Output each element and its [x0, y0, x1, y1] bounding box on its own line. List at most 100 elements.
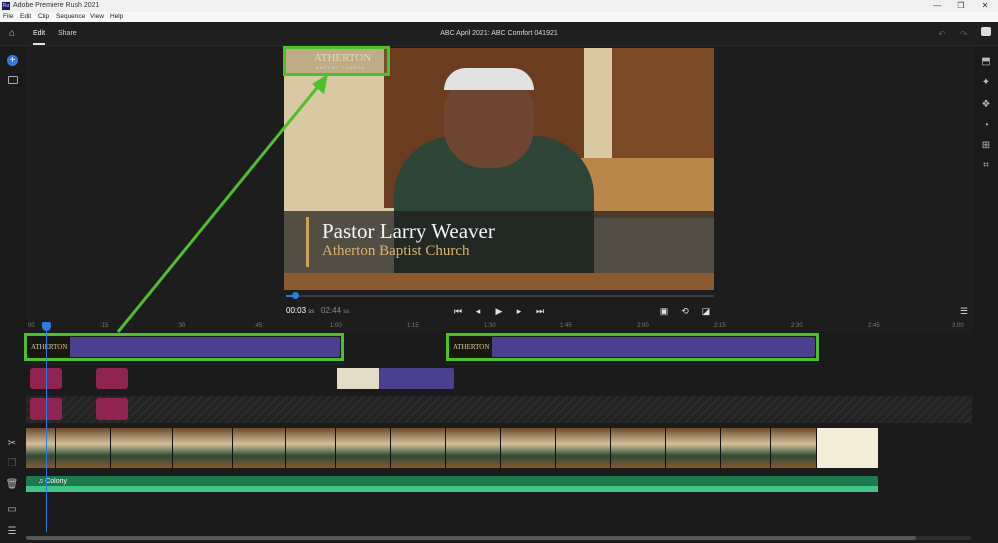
window-titlebar: Ru Adobe Premiere Rush 2021 — ❐ ✕ [0, 0, 998, 12]
ruler-tick-label: 1:00 [330, 323, 342, 329]
app-icon: Ru [2, 2, 10, 10]
menu-bar: File Edit Clip Sequence View Help [0, 12, 998, 22]
video-clip[interactable] [391, 428, 446, 468]
current-time-unit: ss [308, 309, 315, 315]
graphic-clip[interactable] [96, 368, 128, 389]
right-toolbar: ⬒ ✦ ❖ ◔ ⊞ ⌗ [974, 46, 998, 543]
menu-file[interactable]: File [3, 12, 13, 22]
image-clip-thumb[interactable] [337, 368, 379, 389]
project-panel-icon[interactable] [8, 76, 18, 84]
maximize-button[interactable]: ❐ [952, 0, 970, 12]
video-clip[interactable] [233, 428, 286, 468]
playhead-line[interactable] [46, 322, 47, 532]
speed-icon[interactable]: ◔ [979, 120, 993, 132]
graphic-clip[interactable] [96, 398, 128, 420]
video-clip[interactable] [336, 428, 391, 468]
scrub-bar[interactable] [286, 295, 714, 297]
menu-sequence[interactable]: Sequence [56, 12, 85, 22]
duration-unit: ss [343, 309, 350, 315]
menu-help[interactable]: Help [110, 12, 123, 22]
app-header: ABC April 2021: ABC Comfort 041921 ⌂ Edi… [0, 22, 998, 46]
video-clip[interactable] [666, 428, 721, 468]
video-clip[interactable] [771, 428, 817, 468]
ruler-tick-label: 1:15 [407, 323, 419, 329]
effects-icon[interactable]: ❖ [979, 99, 993, 111]
tab-share[interactable]: Share [58, 22, 77, 46]
audio-waveform [26, 486, 878, 492]
step-back-icon[interactable]: ◂ [472, 305, 484, 317]
logo-subtext: BAPTIST CHURCH [316, 65, 366, 70]
minimize-button[interactable]: — [928, 0, 946, 12]
video-clip[interactable] [173, 428, 233, 468]
transitions-icon[interactable]: ⬒ [979, 56, 993, 68]
ruler-tick-label: 2:45 [868, 323, 880, 329]
color-icon[interactable]: ✦ [979, 77, 993, 89]
video-clip[interactable] [501, 428, 556, 468]
desk [284, 273, 714, 290]
video-clip[interactable] [286, 428, 336, 468]
video-clip[interactable] [556, 428, 611, 468]
fullscreen-icon[interactable]: ◪ [700, 305, 712, 317]
end-card-clip[interactable] [817, 428, 878, 468]
audio-track-name: Colony [45, 478, 67, 485]
ruler-tick-label: :30 [177, 323, 186, 329]
timeline-menu-icon[interactable]: ☰ [958, 305, 970, 317]
menu-edit[interactable]: Edit [20, 12, 31, 22]
ruler-tick-label: 00 [28, 323, 35, 329]
lower-third-graphic[interactable]: Pastor Larry Weaver Atherton Baptist Chu… [284, 211, 714, 273]
track-toggle-icon[interactable]: ▭ [5, 504, 19, 516]
close-button[interactable]: ✕ [976, 0, 994, 12]
tab-edit[interactable]: Edit [33, 22, 46, 46]
fit-frame-icon[interactable]: ▣ [658, 305, 670, 317]
add-media-icon[interactable]: + [7, 55, 18, 66]
chat-icon[interactable] [981, 27, 991, 36]
scrub-handle[interactable] [291, 292, 299, 299]
video-clip[interactable] [56, 428, 111, 468]
title-clip-1[interactable] [28, 337, 340, 357]
playhead-handle[interactable] [42, 322, 51, 331]
program-monitor[interactable]: Pastor Larry Weaver Atherton Baptist Chu… [284, 48, 714, 290]
scissors-icon[interactable]: ✂ [5, 438, 19, 450]
duration: 02:44 ss [321, 306, 349, 315]
transform-icon[interactable]: ⊞ [979, 140, 993, 152]
video-clip[interactable] [111, 428, 173, 468]
go-to-end-icon[interactable]: ⏭ [534, 305, 546, 317]
image-clip[interactable] [379, 368, 454, 389]
redo-icon[interactable]: ↷ [960, 29, 968, 40]
left-toolbar: + ✂ ❐ 🗑 ▭ ☰ [0, 46, 26, 543]
home-icon[interactable]: ⌂ [5, 28, 19, 40]
ruler-tick-label: 3:00 [952, 323, 964, 329]
empty-track[interactable] [26, 396, 972, 423]
loop-icon[interactable]: ⟲ [679, 305, 691, 317]
video-clip[interactable] [611, 428, 666, 468]
duplicate-icon[interactable]: ❐ [5, 458, 19, 470]
logo-text: ATHERTON [314, 52, 372, 64]
go-to-start-icon[interactable]: ⏮ [452, 305, 464, 317]
logo-overlay-highlight[interactable]: ATHERTON BAPTIST CHURCH [283, 46, 390, 76]
title-clip-2[interactable] [450, 337, 815, 357]
lower-third-accent [306, 217, 309, 267]
menu-clip[interactable]: Clip [38, 12, 49, 22]
video-clip[interactable] [26, 428, 56, 468]
trash-icon[interactable]: 🗑 [5, 479, 19, 491]
video-clip[interactable] [446, 428, 501, 468]
timeline-ruler[interactable]: 00 :15 :30 :45 1:00 1:15 1:30 1:45 2:00 … [26, 320, 974, 332]
undo-icon[interactable]: ↶ [938, 29, 946, 40]
video-clip[interactable] [721, 428, 771, 468]
speaker-hair [444, 68, 534, 90]
play-icon[interactable]: ▶ [493, 305, 505, 317]
ruler-tick-label: 2:00 [637, 323, 649, 329]
menu-view[interactable]: View [90, 12, 104, 22]
window-title: Adobe Premiere Rush 2021 [13, 2, 100, 9]
timeline-scrollbar-thumb[interactable] [26, 536, 916, 540]
crop-icon[interactable]: ⌗ [979, 160, 993, 172]
audio-clip-label: ♫ Colony [38, 478, 67, 485]
music-note-icon: ♫ [38, 478, 44, 485]
title-clip-1-highlight[interactable]: ATHERTON [24, 333, 344, 361]
ruler-tick-label: :15 [100, 323, 109, 329]
timeline-list-icon[interactable]: ☰ [5, 526, 19, 538]
step-forward-icon[interactable]: ▸ [513, 305, 525, 317]
title-clip-2-highlight[interactable]: ATHERTON [446, 333, 819, 361]
title-clip-1-thumb: ATHERTON [28, 337, 70, 357]
duration-value: 02:44 [321, 306, 342, 315]
